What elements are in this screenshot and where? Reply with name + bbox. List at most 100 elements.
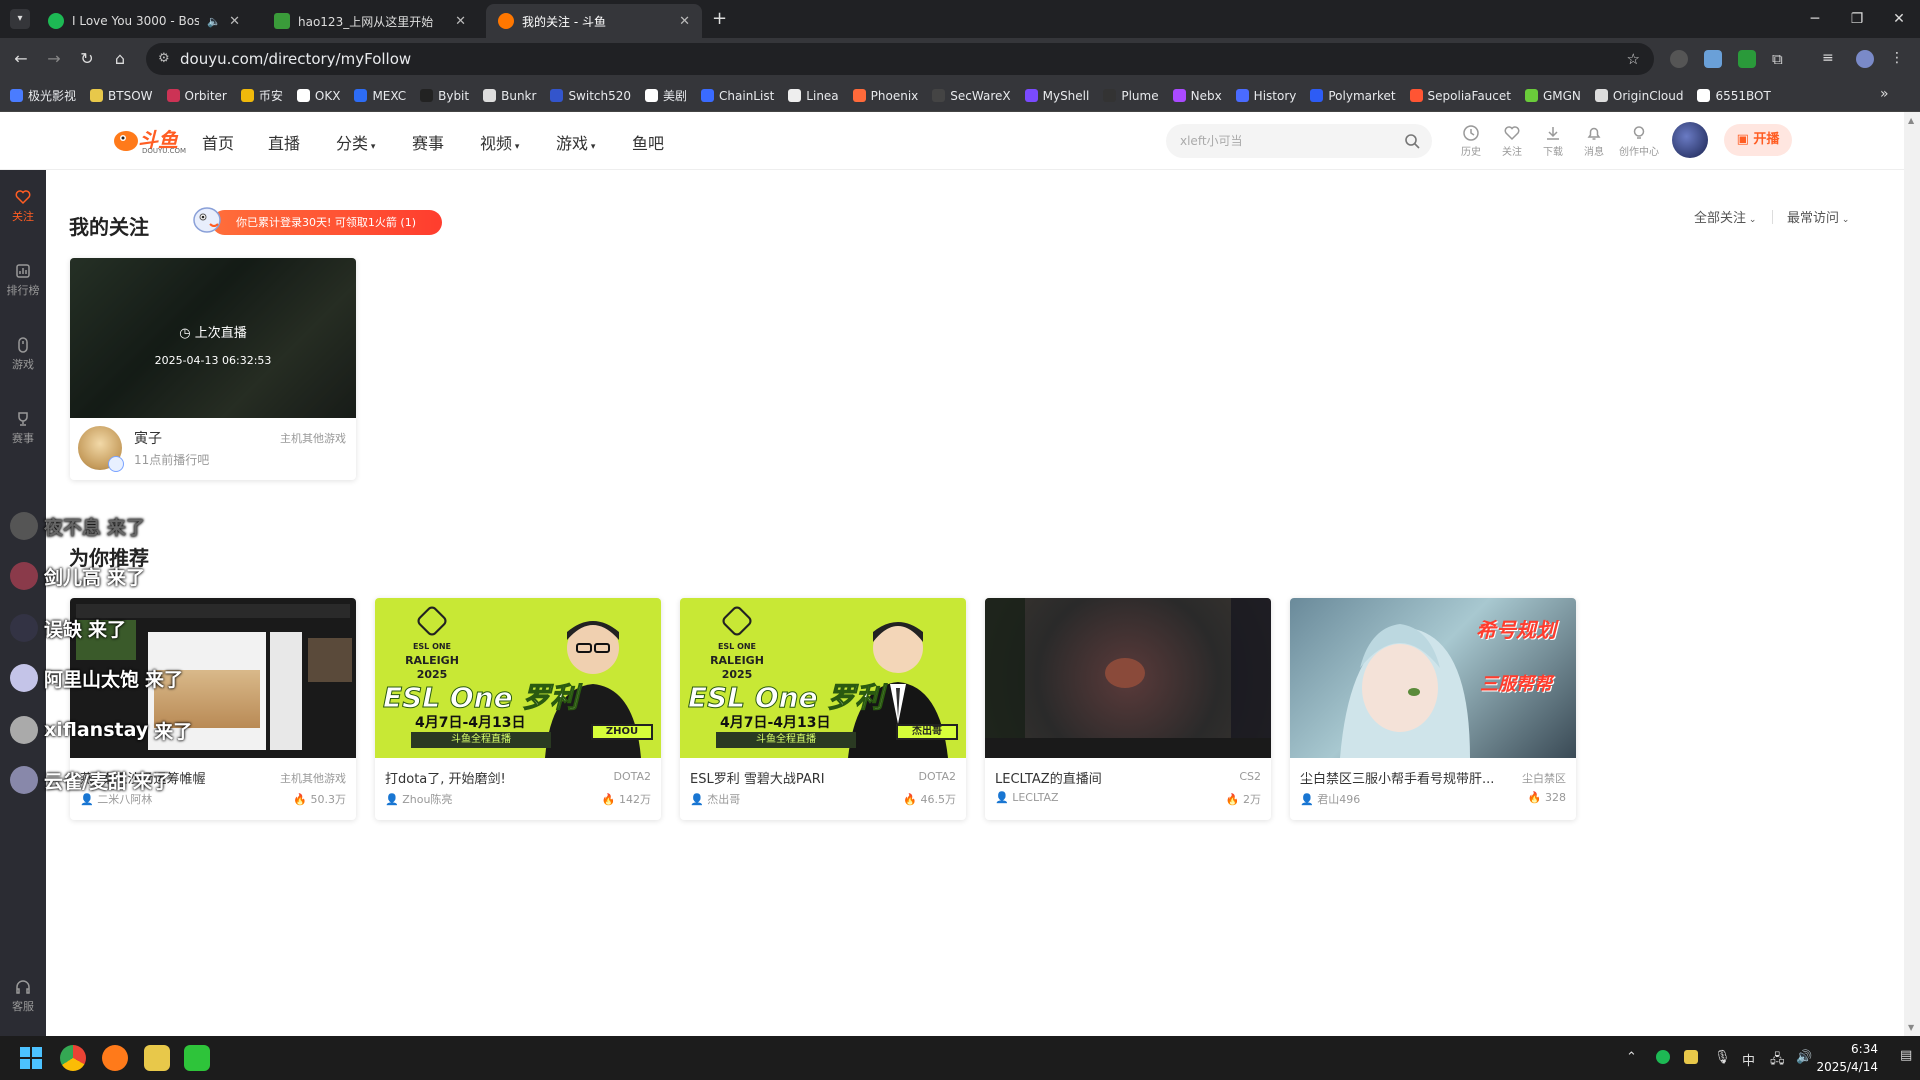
bookmark-item[interactable]: 6551BOT xyxy=(1697,89,1771,103)
app-tray-icon[interactable] xyxy=(1684,1050,1698,1064)
stream-category[interactable]: CS2 xyxy=(1239,770,1261,783)
tab-search-button[interactable]: ▾ xyxy=(10,9,30,29)
stream-title[interactable]: 尘白禁区三服小帮手看号规带肝... xyxy=(1300,768,1510,787)
windows-start-icon[interactable] xyxy=(18,1045,44,1071)
close-tab-icon[interactable]: ✕ xyxy=(455,14,466,29)
user-avatar[interactable] xyxy=(1672,122,1708,158)
bookmark-star-icon[interactable]: ☆ xyxy=(1627,43,1640,75)
bookmark-item[interactable]: Linea xyxy=(788,89,839,103)
bookmark-item[interactable]: BTSOW xyxy=(90,89,153,103)
filter-all-follows[interactable]: 全部关注 ⌄ xyxy=(1694,207,1756,226)
forward-icon[interactable]: → xyxy=(43,48,65,70)
bookmark-item[interactable]: Phoenix xyxy=(852,89,918,103)
nav-fishbar[interactable]: 鱼吧 xyxy=(632,130,664,154)
profile-avatar-icon[interactable] xyxy=(1856,50,1874,68)
nav-games[interactable]: 游戏 ▾ xyxy=(556,130,595,154)
follow-button[interactable]: 关注 xyxy=(1495,124,1529,158)
close-tab-icon[interactable]: ✕ xyxy=(679,14,690,29)
bookmark-item[interactable]: Switch520 xyxy=(550,89,631,103)
new-tab-button[interactable]: + xyxy=(712,8,727,29)
bookmark-item[interactable]: Orbiter xyxy=(166,89,227,103)
notification-icon[interactable]: ▤ xyxy=(1900,1048,1912,1063)
bookmark-item[interactable]: Plume xyxy=(1103,89,1159,103)
reload-icon[interactable]: ↻ xyxy=(76,48,98,70)
creator-center-button[interactable]: 创作中心 xyxy=(1618,124,1660,158)
bookmark-item[interactable]: SepoliaFaucet xyxy=(1409,89,1511,103)
address-bar[interactable]: ⚙ douyu.com/directory/myFollow ☆ xyxy=(146,43,1654,75)
stream-category[interactable]: DOTA2 xyxy=(918,770,956,783)
bookmark-item[interactable]: MyShell xyxy=(1024,89,1089,103)
recommend-card[interactable]: ESL ONE RALEIGH 2025 ESL One 罗利 4月7日-4月1… xyxy=(375,598,661,820)
douyu-logo[interactable]: 斗鱼 DOUYU.COM xyxy=(112,126,186,156)
scroll-down-icon[interactable]: ▼ xyxy=(1908,1023,1914,1032)
bookmark-item[interactable]: Nebx xyxy=(1172,89,1222,103)
extensions-puzzle-icon[interactable]: ⧉ xyxy=(1772,50,1790,68)
nav-video[interactable]: 视频 ▾ xyxy=(480,130,519,154)
stream-title[interactable]: LECLTAZ的直播间 xyxy=(995,768,1205,787)
home-icon[interactable]: ⌂ xyxy=(109,48,131,70)
mic-icon[interactable]: 🎙 xyxy=(1714,1050,1731,1065)
system-clock[interactable]: 6:34 2025/4/14 xyxy=(1816,1040,1878,1076)
close-tab-icon[interactable]: ✕ xyxy=(229,14,240,29)
bookmark-item[interactable]: History xyxy=(1235,89,1296,103)
nav-events[interactable]: 赛事 xyxy=(412,130,444,154)
bookmark-item[interactable]: Bunkr xyxy=(483,89,536,103)
recommend-card[interactable]: LECLTAZ的直播间 CS2 👤 LECLTAZ 🔥 2万 xyxy=(985,598,1271,820)
extension-icon[interactable] xyxy=(1704,50,1722,68)
nav-home[interactable]: 首页 xyxy=(202,130,234,154)
extension-icon[interactable] xyxy=(1670,50,1688,68)
bookmark-item[interactable]: 极光影视 xyxy=(10,87,76,104)
recommend-card[interactable]: 希号规划 三服帮帮 尘白禁区三服小帮手看号规带肝... 尘白禁区 👤 君山496… xyxy=(1290,598,1576,820)
bookmark-item[interactable]: ChainList xyxy=(701,89,774,103)
bookmark-item[interactable]: Bybit xyxy=(420,89,469,103)
xbox-app-icon[interactable] xyxy=(184,1045,210,1071)
more-bookmarks-button[interactable]: » xyxy=(1880,86,1889,102)
sidebar-item-games[interactable]: 游戏 xyxy=(0,336,46,372)
search-input[interactable]: xleft小可当 xyxy=(1166,124,1432,158)
download-button[interactable]: 下载 xyxy=(1536,124,1570,158)
browser-menu-icon[interactable]: ⋮ xyxy=(1890,50,1908,68)
stream-category[interactable]: 主机其他游戏 xyxy=(280,770,346,786)
volume-icon[interactable]: 🔊 xyxy=(1796,1050,1812,1065)
search-icon[interactable] xyxy=(1404,133,1420,149)
app-icon[interactable] xyxy=(144,1045,170,1071)
extension-icon[interactable] xyxy=(1738,50,1756,68)
start-live-button[interactable]: ▣ 开播 xyxy=(1724,124,1792,156)
streamer-name[interactable]: 寅子 xyxy=(134,428,162,448)
network-icon[interactable]: 🖧 xyxy=(1770,1050,1785,1072)
site-info-icon[interactable]: ⚙ xyxy=(158,43,170,75)
bookmark-item[interactable]: OriginCloud xyxy=(1594,89,1683,103)
tray-expand-icon[interactable]: ⌃ xyxy=(1626,1050,1637,1065)
ime-indicator[interactable]: 中 xyxy=(1742,1050,1755,1069)
sidebar-item-ranking[interactable]: 排行榜 xyxy=(0,262,46,298)
restore-icon[interactable]: ❐ xyxy=(1836,0,1878,38)
sidebar-item-support[interactable]: 客服 xyxy=(0,978,46,1014)
stream-category[interactable]: 主机其他游戏 xyxy=(280,430,346,446)
sidebar-item-follow[interactable]: 关注 xyxy=(0,188,46,224)
stream-category[interactable]: 尘白禁区 xyxy=(1522,770,1566,786)
messages-button[interactable]: 消息 xyxy=(1577,124,1611,158)
douyu-app-icon[interactable] xyxy=(102,1045,128,1071)
nav-live[interactable]: 直播 xyxy=(268,130,300,154)
speaker-icon[interactable]: 🔈 xyxy=(207,15,221,28)
stream-title[interactable]: ESL罗利 雪碧大战PARI xyxy=(690,768,900,787)
back-icon[interactable]: ← xyxy=(10,48,32,70)
tab-hao123[interactable]: hao123_上网从这里开始 ✕ xyxy=(262,4,478,38)
sidebar-item-events[interactable]: 赛事 xyxy=(0,410,46,446)
bookmark-item[interactable]: SecWareX xyxy=(932,89,1011,103)
bookmark-item[interactable]: 美剧 xyxy=(645,87,687,104)
bookmark-item[interactable]: Polymarket xyxy=(1310,89,1396,103)
bookmark-item[interactable]: MEXC xyxy=(354,89,406,103)
nav-category[interactable]: 分类 ▾ xyxy=(336,130,375,154)
close-window-icon[interactable]: ✕ xyxy=(1878,0,1920,38)
login-reward-banner[interactable]: 你已累计登录30天! 可领取1火箭 (1) xyxy=(212,210,442,235)
chrome-icon[interactable] xyxy=(60,1045,86,1071)
media-control-icon[interactable]: ≡ xyxy=(1822,50,1840,68)
minimize-icon[interactable]: ─ xyxy=(1794,0,1836,38)
bookmark-item[interactable]: GMGN xyxy=(1524,89,1581,103)
page-scrollbar[interactable]: ▲ ▼ xyxy=(1904,112,1920,1036)
spotify-tray-icon[interactable] xyxy=(1656,1050,1670,1064)
recommend-card[interactable]: ESL ONE RALEIGH 2025 ESL One 罗利 4月7日-4月1… xyxy=(680,598,966,820)
bookmark-item[interactable]: 币安 xyxy=(240,87,283,104)
stream-title[interactable]: 打dota了, 开始磨剑! xyxy=(385,768,595,787)
